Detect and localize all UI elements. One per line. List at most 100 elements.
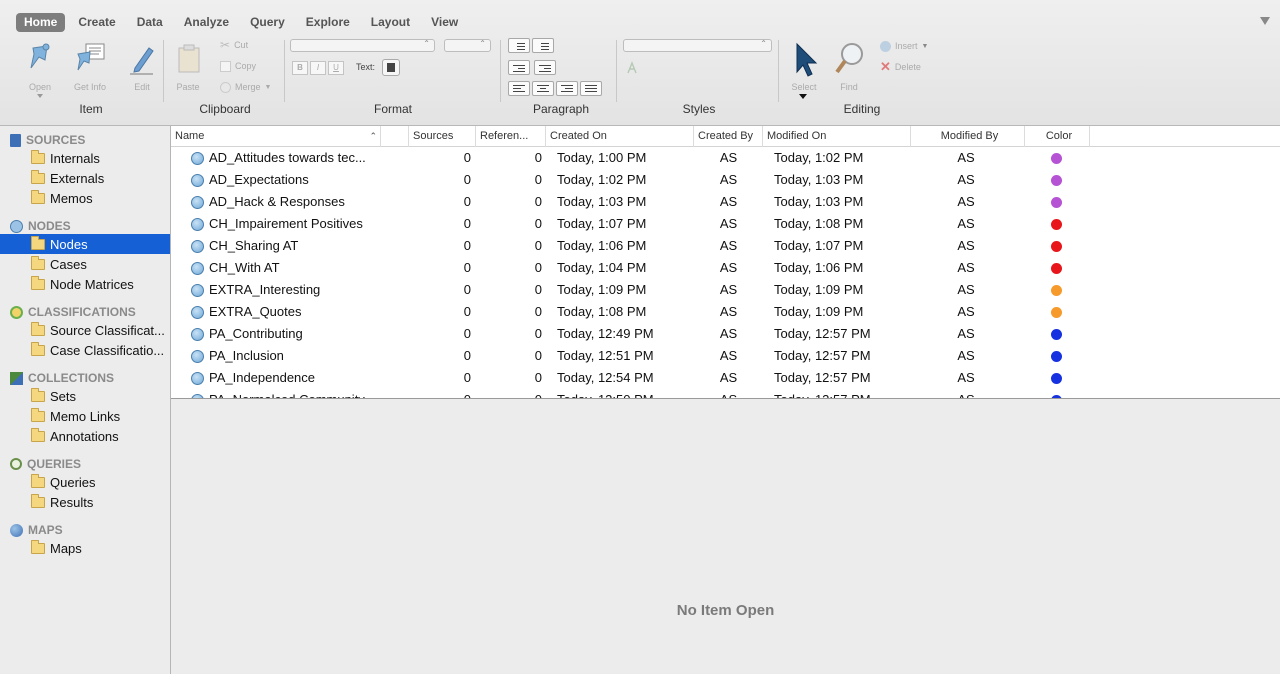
paste-button[interactable]: Paste (168, 40, 208, 96)
font-size-select[interactable] (444, 39, 491, 52)
sidebar-item-annotations[interactable]: Annotations (0, 426, 170, 446)
table-row[interactable]: PA_Normalced Community00Today, 12:50 PMA… (171, 389, 1280, 398)
cell-sources: 0 (463, 282, 471, 297)
open-button[interactable]: Open (20, 40, 60, 96)
column-header-color[interactable]: Color (1025, 126, 1090, 147)
cell-modified-on: Today, 1:03 PM (774, 172, 864, 187)
justify-button[interactable] (580, 81, 602, 96)
magnifier-icon (835, 43, 863, 74)
tab-analyze[interactable]: Analyze (176, 13, 237, 32)
sidebar-item-case-classifications[interactable]: Case Classificatio... (0, 340, 170, 360)
select-button[interactable]: Select (784, 40, 824, 96)
table-row[interactable]: PA_Contributing 0 0 Today, 12:49 PM AS Today,… (171, 323, 1280, 345)
tab-create[interactable]: Create (70, 13, 123, 32)
table-row[interactable]: AD_Hack & Responses 0 0 Today, 1:03 PM AS Tod… (171, 191, 1280, 213)
tab-explore[interactable]: Explore (298, 13, 358, 32)
column-header-created-on[interactable]: Created On (546, 126, 694, 147)
folder-icon (31, 539, 45, 554)
sidebar-item-cases[interactable]: Cases (0, 254, 170, 274)
table-row[interactable]: CH_Impairement Positives 0 0 Today, 1:07 PM… (171, 213, 1280, 235)
sidebar-item-internals[interactable]: Internals (0, 148, 170, 168)
edit-button[interactable]: Edit (122, 40, 162, 96)
underline-button[interactable]: U (328, 61, 344, 75)
color-dot (1051, 351, 1062, 362)
copy-button[interactable]: Copy (220, 58, 256, 74)
tab-query[interactable]: Query (242, 13, 293, 32)
styles-select[interactable] (623, 39, 772, 52)
section-nodes[interactable]: NODES (10, 218, 71, 234)
cell-modified-on: Today, 12:57 PM (774, 389, 914, 398)
section-sources[interactable]: SOURCES (10, 132, 85, 148)
column-header-name[interactable]: Name ⌃ (171, 126, 381, 147)
bold-button[interactable]: B (292, 61, 308, 75)
bullet-list-button[interactable] (508, 38, 530, 53)
increase-indent-button[interactable] (534, 60, 556, 75)
table-row[interactable]: EXTRA_Quotes 0 0 Today, 1:08 PM AS Today, 1:0… (171, 301, 1280, 323)
align-left-button[interactable] (508, 81, 530, 96)
tab-home[interactable]: Home (16, 13, 66, 32)
merge-button[interactable]: Merge ▼ (220, 79, 271, 95)
column-header-created-by[interactable]: Created By (694, 126, 763, 147)
numbered-list-button[interactable] (532, 38, 554, 53)
table-row[interactable]: EXTRA_Interesting 0 0 Today, 1:09 PM AS Today… (171, 279, 1280, 301)
column-header-modified-on[interactable]: Modified On (763, 126, 911, 147)
cell-references: 0 (534, 238, 542, 253)
decrease-indent-button[interactable] (508, 60, 530, 75)
italic-button[interactable]: I (310, 61, 326, 75)
clipboard-group: Paste ✂ Cut Copy Merge ▼ Clipboard (166, 36, 284, 126)
table-row[interactable]: PA_Independence 0 0 Today, 12:54 PM AS Today,… (171, 367, 1280, 389)
section-maps[interactable]: MAPS (10, 522, 63, 538)
ribbon-separator (500, 40, 501, 102)
get-info-button[interactable]: Get Info (70, 40, 110, 96)
select-dropdown-icon[interactable] (799, 94, 807, 99)
insert-button[interactable]: Insert ▼ (880, 38, 928, 54)
node-icon (191, 262, 204, 275)
column-header-references[interactable]: Referen... (476, 126, 546, 147)
cell-created-on: Today, 12:49 PM (557, 326, 654, 341)
sidebar-item-memos[interactable]: Memos (0, 188, 170, 208)
column-header-sources[interactable]: Sources (409, 126, 476, 147)
font-family-select[interactable] (290, 39, 435, 52)
folder-icon (31, 235, 45, 250)
sidebar-item-nodes[interactable]: Nodes (0, 234, 170, 254)
color-dot (1051, 307, 1062, 318)
folder-icon (31, 255, 45, 270)
table-row[interactable]: CH_Sharing AT 0 0 Today, 1:06 PM AS Today, 1:… (171, 235, 1280, 257)
sidebar-item-node-matrices[interactable]: Node Matrices (0, 274, 170, 294)
sidebar-item-externals[interactable]: Externals (0, 168, 170, 188)
column-header-modified-by[interactable]: Modified By (911, 126, 1025, 147)
cell-created-on: Today, 1:09 PM (557, 282, 647, 297)
sidebar-item-results[interactable]: Results (0, 492, 170, 512)
no-item-open-message: No Item Open (676, 602, 775, 619)
editing-group: Select Find Insert ▼ ✕ Delete Editing (782, 36, 942, 126)
collapse-ribbon-icon[interactable] (1260, 17, 1270, 25)
color-dot (1051, 153, 1062, 164)
cell-created-by: AS (719, 194, 738, 209)
find-button[interactable]: Find (829, 40, 869, 96)
cut-button[interactable]: ✂ Cut (220, 37, 248, 53)
cell-created-on: Today, 1:07 PM (557, 216, 647, 231)
open-dropdown-icon[interactable] (37, 94, 43, 98)
section-collections[interactable]: COLLECTIONS (10, 370, 114, 386)
sidebar-item-maps[interactable]: Maps (0, 538, 170, 558)
sidebar-item-memo-links[interactable]: Memo Links (0, 406, 170, 426)
text-color-button[interactable] (382, 59, 400, 76)
align-right-button[interactable] (556, 81, 578, 96)
color-dot (1051, 175, 1062, 186)
table-row[interactable]: CH_With AT 0 0 Today, 1:04 PM AS Today, 1:06 … (171, 257, 1280, 279)
tab-view[interactable]: View (423, 13, 466, 32)
section-queries[interactable]: QUERIES (10, 456, 81, 472)
align-center-button[interactable] (532, 81, 554, 96)
delete-button[interactable]: ✕ Delete (880, 59, 921, 75)
cell-created-on: Today, 12:50 PM (557, 389, 697, 398)
section-classifications[interactable]: CLASSIFICATIONS (10, 304, 136, 320)
sidebar-item-source-classifications[interactable]: Source Classificat... (0, 320, 170, 340)
table-row[interactable]: AD_Expectations 0 0 Today, 1:02 PM AS Today, … (171, 169, 1280, 191)
tab-data[interactable]: Data (129, 13, 171, 32)
sidebar-item-queries[interactable]: Queries (0, 472, 170, 492)
table-row[interactable]: AD_Attitudes towards tec... 0 0 Today, 1:00… (171, 147, 1280, 169)
cell-modified-by: AS (957, 348, 975, 363)
tab-layout[interactable]: Layout (363, 13, 418, 32)
sidebar-item-sets[interactable]: Sets (0, 386, 170, 406)
table-row[interactable]: PA_Inclusion 0 0 Today, 12:51 PM AS Today, 12… (171, 345, 1280, 367)
